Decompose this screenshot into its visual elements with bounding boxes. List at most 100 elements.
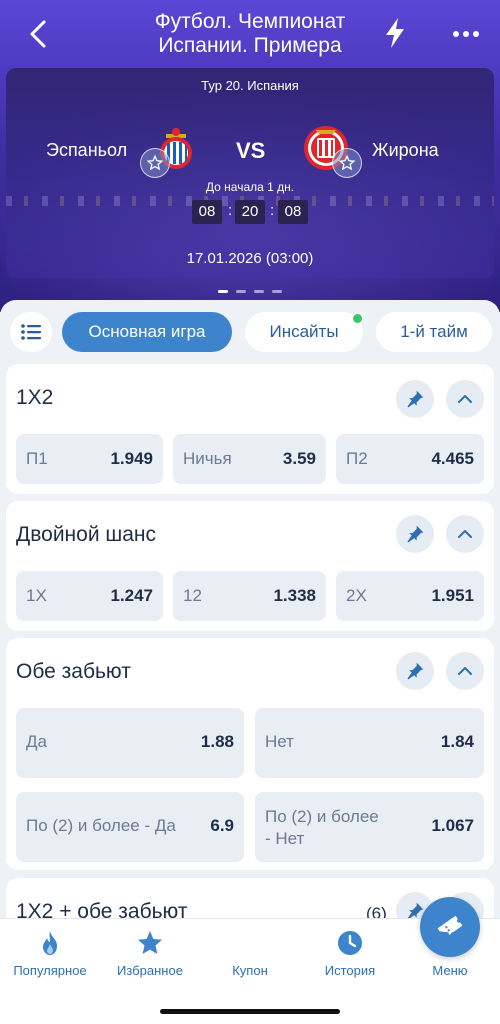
nav-label: Популярное — [13, 963, 87, 978]
outcome-label: 2X — [346, 586, 367, 605]
outcome-label: 1X — [26, 586, 47, 605]
outcome-label: По (2) и более - Да — [26, 816, 176, 835]
outcome-label: По (2) и более - Нет — [265, 806, 379, 850]
markets-list-button[interactable] — [10, 312, 52, 352]
countdown-label: До начала 1 дн. — [205, 180, 295, 194]
odds-button[interactable]: По (2) и более - Да 6.9 — [16, 792, 244, 862]
outcome-odds: 3.59 — [282, 449, 316, 468]
vs-label: VS — [236, 138, 266, 163]
page-title-line1: Футбол. Чемпионат — [154, 10, 346, 33]
outcome-label: Ничья — [183, 449, 232, 468]
odds-button[interactable]: 12 1.338 — [173, 571, 326, 621]
list-icon — [21, 324, 41, 340]
market-card: Обе забьют Да 1.88 Нет 1.84 По (2) и бол… — [6, 638, 494, 870]
star-outline-icon — [146, 154, 164, 171]
pin-icon — [407, 525, 424, 543]
pin-button[interactable] — [396, 380, 434, 418]
odds-button[interactable]: Да 1.88 — [16, 708, 244, 778]
flame-icon — [43, 931, 57, 955]
tab-main-game[interactable]: Основная игра — [62, 312, 232, 352]
away-team-name: Жирона — [372, 140, 439, 160]
home-indicator — [160, 1009, 340, 1014]
outcome-label-line2: - Нет — [265, 829, 305, 848]
pin-icon — [407, 662, 424, 680]
tab-insights[interactable]: Инсайты — [245, 312, 363, 352]
pager-dot[interactable] — [218, 290, 228, 293]
outcome-odds: 1.067 — [431, 816, 474, 835]
carousel-pager[interactable] — [218, 290, 282, 294]
page-title-line2: Испании. Примера — [158, 34, 342, 57]
countdown-hours: 08 — [192, 200, 222, 224]
pin-button[interactable] — [396, 652, 434, 690]
outcome-label: 12 — [183, 586, 202, 605]
page-title: Футбол. Чемпионат Испании. Примера — [110, 10, 390, 58]
pin-button[interactable] — [396, 515, 434, 553]
tab-first-half[interactable]: 1-й тайм — [376, 312, 492, 352]
odds-button[interactable]: Ничья 3.59 — [173, 434, 326, 484]
outcome-label-line1: По (2) и более — [265, 807, 379, 826]
outcome-odds: 1.951 — [431, 586, 474, 605]
market-title: 1X2 + обе забьют — [16, 900, 188, 920]
collapse-button[interactable] — [446, 652, 484, 690]
favorite-away-button[interactable] — [332, 148, 362, 178]
more-button[interactable] — [448, 22, 484, 46]
outcome-label: П1 — [26, 449, 48, 468]
outcome-odds: 1.88 — [200, 732, 234, 751]
odds-button[interactable]: Нет 1.84 — [255, 708, 484, 778]
back-button[interactable] — [24, 16, 56, 52]
odds-button[interactable]: П1 1.949 — [16, 434, 163, 484]
collapse-button[interactable] — [446, 380, 484, 418]
match-header: Футбол. Чемпионат Испании. Примера Тур 2… — [0, 0, 500, 312]
tab-bar: Основная игра Инсайты 1-й тайм — [0, 310, 500, 354]
grid-icon — [439, 932, 461, 954]
star-outline-icon — [338, 154, 356, 171]
odds-button[interactable]: 1X 1.247 — [16, 571, 163, 621]
outcome-odds: 1.949 — [110, 449, 153, 468]
pager-dot[interactable] — [236, 290, 246, 293]
countdown-seconds: 08 — [278, 200, 308, 224]
market-card: 1X2 + обе забьют (6) — [6, 878, 494, 920]
outcome-label: П2 — [346, 449, 368, 468]
outcome-label: Да — [26, 732, 47, 751]
market-title: Обе забьют — [16, 660, 131, 683]
nav-favorites[interactable]: Избранное — [100, 919, 200, 989]
insights-new-badge — [353, 314, 362, 323]
market-title: Двойной шанс — [16, 523, 157, 546]
markets-panel: Основная игра Инсайты 1-й тайм 1X2 П1 1.… — [0, 300, 500, 920]
collapse-button[interactable] — [446, 515, 484, 553]
odds-button[interactable]: 2X 1.951 — [336, 571, 484, 621]
chevron-up-icon — [458, 667, 472, 675]
outcome-odds: 1.84 — [440, 732, 474, 751]
odds-button[interactable]: По (2) и более - Нет 1.067 — [255, 792, 484, 862]
outcome-odds: 6.9 — [210, 816, 234, 835]
nav-label: Меню — [432, 963, 468, 978]
countdown-minutes: 20 — [235, 200, 265, 224]
odds-button[interactable]: П2 4.465 — [336, 434, 484, 484]
home-team-name: Эспаньол — [46, 140, 128, 160]
bottom-navigation: Популярное Избранное Купон История Меню — [0, 897, 500, 1024]
nav-coupon[interactable]: Купон — [200, 897, 480, 989]
favorite-home-button[interactable] — [140, 148, 170, 178]
tour-label: Тур 20. Испания — [201, 78, 299, 93]
lightning-icon — [386, 18, 404, 48]
match-date: 17.01.2026 (03:00) — [186, 250, 314, 267]
chevron-left-icon — [30, 20, 46, 48]
more-dots-icon — [453, 31, 479, 37]
nav-label: История — [324, 963, 376, 978]
market-card: Двойной шанс 1X 1.247 12 1.338 2X 1.951 — [6, 501, 494, 631]
nav-popular[interactable]: Популярное — [0, 919, 100, 989]
clock-icon — [338, 931, 362, 955]
nav-menu[interactable]: Меню — [400, 919, 500, 989]
pager-dot[interactable] — [254, 290, 264, 293]
countdown-separator: : — [228, 202, 233, 219]
nav-history[interactable]: История — [300, 919, 400, 989]
star-icon — [138, 931, 162, 954]
pager-dot[interactable] — [272, 290, 282, 293]
lightning-button[interactable] — [382, 16, 408, 50]
outcome-odds: 1.338 — [273, 586, 316, 605]
nav-label: Купон — [232, 963, 268, 978]
chevron-up-icon — [458, 530, 472, 538]
chevron-up-icon — [458, 395, 472, 403]
market-card: 1X2 П1 1.949 Ничья 3.59 П2 4.465 — [6, 364, 494, 494]
outcome-label: Нет — [265, 732, 294, 751]
